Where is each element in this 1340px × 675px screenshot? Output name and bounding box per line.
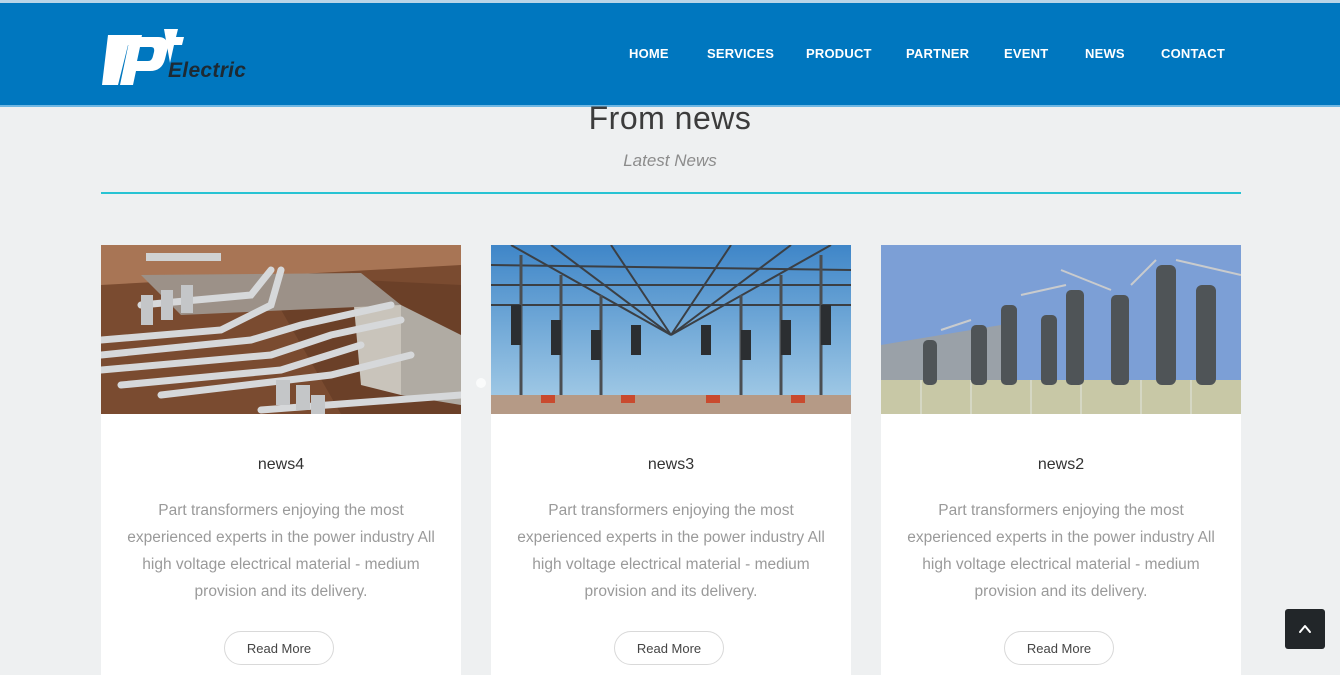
insulators-image — [881, 245, 1241, 414]
news-card-2: news2 Part transformers enjoying the mos… — [881, 245, 1241, 675]
read-more-button[interactable]: Read More — [224, 631, 334, 665]
section-title: From news — [588, 100, 752, 136]
news-image[interactable] — [491, 245, 851, 414]
read-more-button[interactable]: Read More — [614, 631, 724, 665]
news-title[interactable]: news3 — [491, 456, 851, 474]
logo-word: Electric — [168, 59, 247, 82]
logo[interactable]: Electric — [100, 23, 260, 89]
news-image[interactable] — [101, 245, 461, 414]
read-more-button[interactable]: Read More — [1004, 631, 1114, 665]
news-excerpt: Part transformers enjoying the most expe… — [907, 502, 1215, 600]
site-header: Electric HOME SERVICES PRODUCT PARTNER E… — [0, 3, 1340, 107]
news-image[interactable] — [881, 245, 1241, 414]
news-excerpt: Part transformers enjoying the most expe… — [517, 502, 825, 600]
chevron-up-icon — [1299, 625, 1311, 633]
nav-partner[interactable]: PARTNER — [906, 46, 969, 61]
slider-dot[interactable] — [476, 378, 486, 388]
news-card-3: news3 Part transformers enjoying the mos… — [491, 245, 851, 675]
news-card-4: news4 Part transformers enjoying the mos… — [101, 245, 461, 675]
nav-services[interactable]: SERVICES — [707, 46, 774, 61]
substation-image — [491, 245, 851, 414]
section-divider — [101, 192, 1241, 194]
nav-contact[interactable]: CONTACT — [1161, 46, 1225, 61]
nav-event[interactable]: EVENT — [1004, 46, 1048, 61]
nav-home[interactable]: HOME — [629, 46, 669, 61]
news-excerpt: Part transformers enjoying the most expe… — [127, 502, 435, 600]
construction-site-image — [101, 245, 461, 414]
nav-news[interactable]: NEWS — [1085, 46, 1125, 61]
news-title[interactable]: news4 — [101, 456, 461, 474]
section-subtitle: Latest News — [623, 151, 717, 170]
news-title[interactable]: news2 — [881, 456, 1241, 474]
back-to-top-button[interactable] — [1285, 609, 1325, 649]
nav-product[interactable]: PRODUCT — [806, 46, 872, 61]
